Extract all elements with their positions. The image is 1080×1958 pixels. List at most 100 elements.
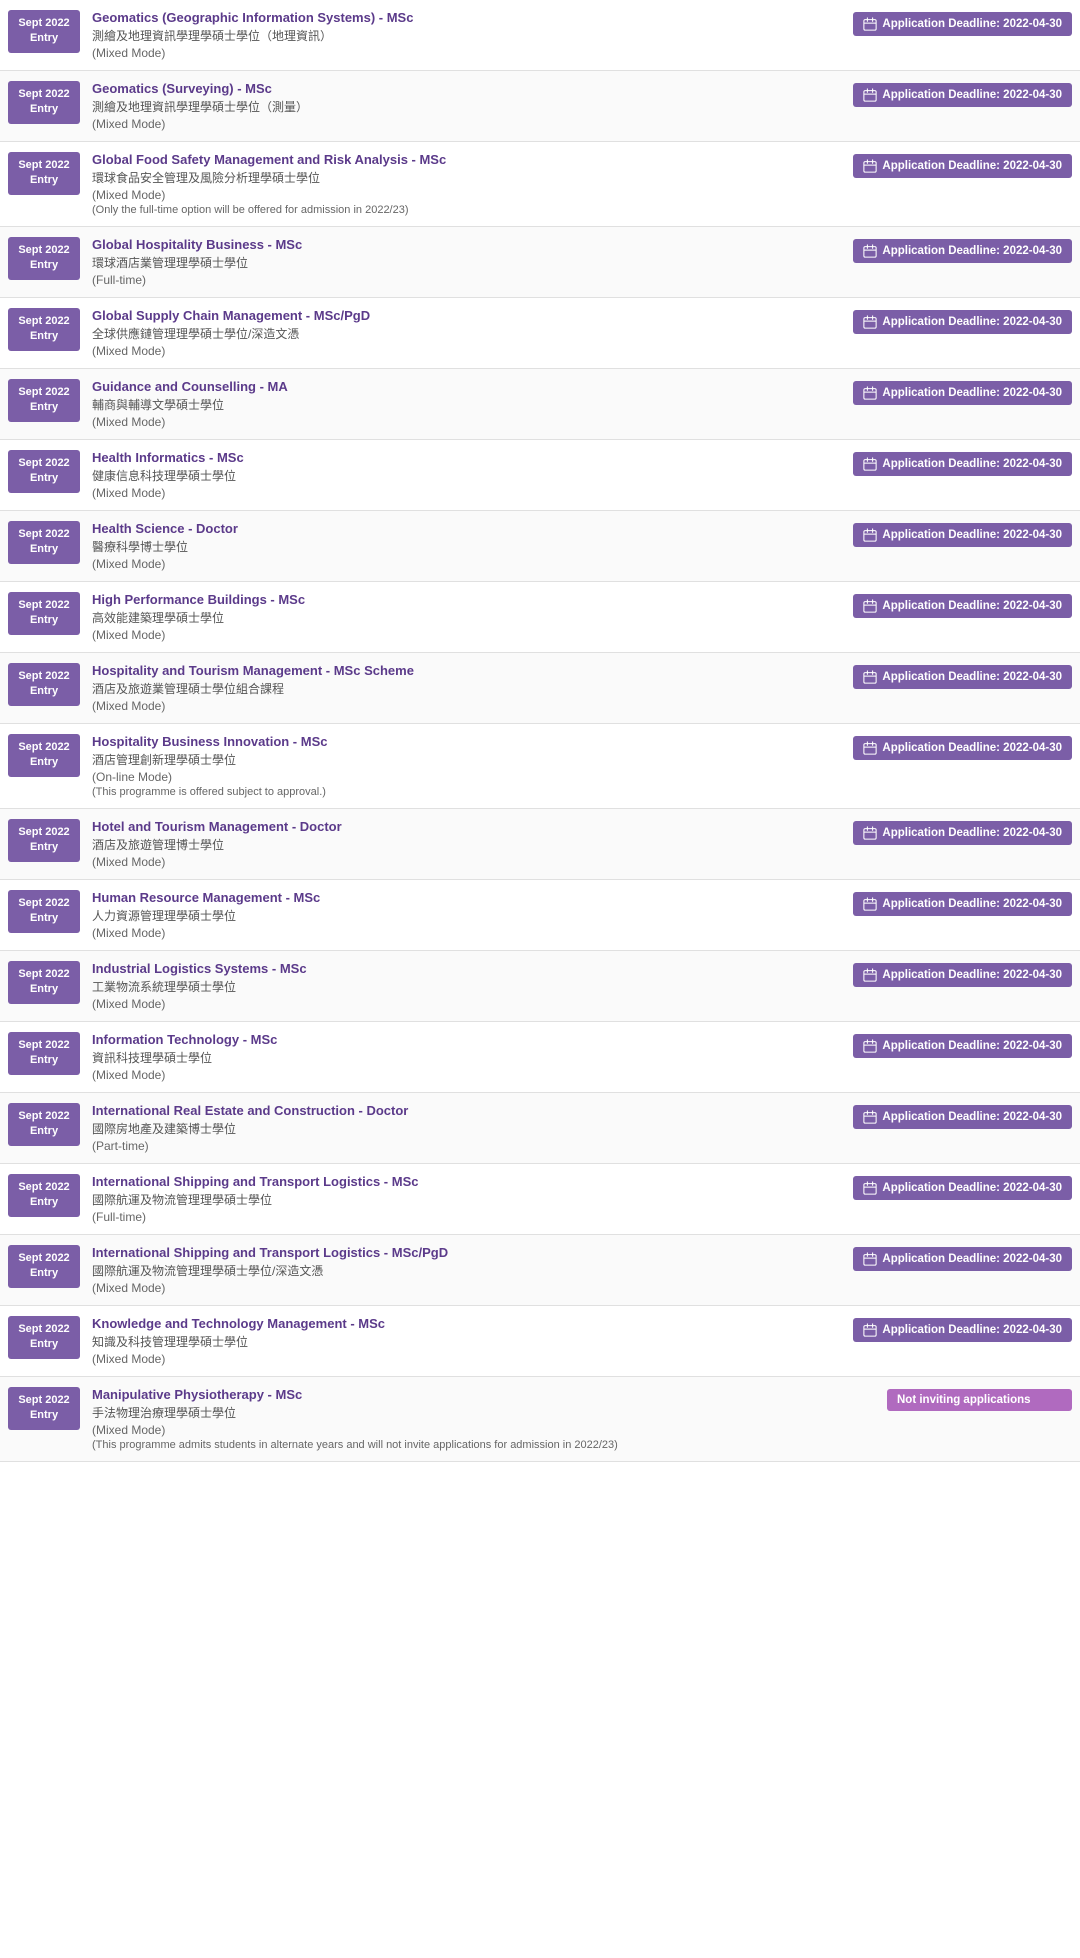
program-title-english: Knowledge and Technology Management - MS…	[92, 1316, 845, 1331]
table-row: Sept 2022 Entry Hospitality and Tourism M…	[0, 653, 1080, 724]
deadline-badge: Application Deadline: 2022-04-30	[853, 452, 1072, 476]
deadline-badge: Application Deadline: 2022-04-30	[853, 1247, 1072, 1271]
program-info: Hospitality and Tourism Management - MSc…	[92, 663, 845, 713]
program-title-chinese: 健康信息科技理學碩士學位	[92, 467, 845, 484]
calendar-icon	[863, 826, 877, 840]
program-title-chinese: 知識及科技管理理學碩士學位	[92, 1333, 845, 1350]
deadline-badge: Not inviting applications	[887, 1389, 1072, 1411]
program-title-english: Human Resource Management - MSc	[92, 890, 845, 905]
entry-badge: Sept 2022 Entry	[8, 450, 80, 493]
program-title-english: Global Supply Chain Management - MSc/PgD	[92, 308, 845, 323]
deadline-text: Application Deadline: 2022-04-30	[882, 1182, 1062, 1194]
table-row: Sept 2022 EntryHuman Resource Management…	[0, 880, 1080, 951]
entry-badge: Sept 2022 Entry	[8, 819, 80, 862]
deadline-badge: Application Deadline: 2022-04-30	[853, 1034, 1072, 1058]
table-row: Sept 2022 Entry International Shipping an…	[0, 1164, 1080, 1235]
program-mode: (On-line Mode)	[92, 770, 845, 784]
calendar-icon	[863, 968, 877, 982]
program-title-chinese: 環球酒店業管理理學碩士學位	[92, 254, 845, 271]
program-info: Manipulative Physiotherapy - MSc 手法物理治療理學…	[92, 1387, 879, 1451]
program-info: Guidance and Counselling - MA輔商與輔導文學碩士學位…	[92, 379, 845, 429]
deadline-badge: Application Deadline: 2022-04-30	[853, 665, 1072, 689]
table-row: Sept 2022 Entry Industrial Logistics Syst…	[0, 951, 1080, 1022]
deadline-text: Application Deadline: 2022-04-30	[882, 316, 1062, 328]
entry-badge: Sept 2022 Entry	[8, 152, 80, 195]
program-mode: (Mixed Mode)	[92, 344, 845, 358]
calendar-icon	[863, 897, 877, 911]
program-note: (This programme admits students in alter…	[92, 1439, 879, 1451]
entry-badge: Sept 2022 Entry	[8, 308, 80, 351]
program-title-chinese: 資訊科技理學碩士學位	[92, 1049, 845, 1066]
program-title-chinese: 測繪及地理資訊學理學碩士學位（地理資訊）	[92, 27, 845, 44]
program-mode: (Mixed Mode)	[92, 855, 845, 869]
deadline-badge: Application Deadline: 2022-04-30	[853, 1176, 1072, 1200]
program-title-chinese: 人力資源管理理學碩士學位	[92, 907, 845, 924]
table-row: Sept 2022 EntryInternational Real Estate…	[0, 1093, 1080, 1164]
program-list: Sept 2022 EntryGeomatics (Geographic Inf…	[0, 0, 1080, 1462]
deadline-badge: Application Deadline: 2022-04-30	[853, 1105, 1072, 1129]
calendar-icon	[863, 159, 877, 173]
deadline-badge: Application Deadline: 2022-04-30	[853, 239, 1072, 263]
table-row: Sept 2022 EntryKnowledge and Technology …	[0, 1306, 1080, 1377]
deadline-badge: Application Deadline: 2022-04-30	[853, 892, 1072, 916]
deadline-text: Application Deadline: 2022-04-30	[882, 160, 1062, 172]
program-title-chinese: 輔商與輔導文學碩士學位	[92, 396, 845, 413]
program-mode: (Mixed Mode)	[92, 46, 845, 60]
program-mode: (Mixed Mode)	[92, 926, 845, 940]
program-info: Human Resource Management - MSc 人力資源管理理學碩…	[92, 890, 845, 940]
program-title-chinese: 測繪及地理資訊學理學碩士學位（測量）	[92, 98, 845, 115]
calendar-icon	[863, 315, 877, 329]
program-mode: (Mixed Mode)	[92, 1281, 845, 1295]
program-title-english: Geomatics (Surveying) - MSc	[92, 81, 845, 96]
entry-badge: Sept 2022 Entry	[8, 1032, 80, 1075]
table-row: Sept 2022 EntryInternational Shipping an…	[0, 1235, 1080, 1306]
entry-badge: Sept 2022 Entry	[8, 1245, 80, 1288]
program-title-english: High Performance Buildings - MSc	[92, 592, 845, 607]
deadline-text: Application Deadline: 2022-04-30	[882, 245, 1062, 257]
deadline-text: Application Deadline: 2022-04-30	[882, 1111, 1062, 1123]
deadline-text: Application Deadline: 2022-04-30	[882, 827, 1062, 839]
deadline-badge: Application Deadline: 2022-04-30	[853, 1318, 1072, 1342]
program-title-chinese: 高效能建築理學碩士學位	[92, 609, 845, 626]
deadline-text: Application Deadline: 2022-04-30	[882, 742, 1062, 754]
program-title-chinese: 酒店及旅遊管理博士學位	[92, 836, 845, 853]
deadline-badge: Application Deadline: 2022-04-30	[853, 381, 1072, 405]
program-title-chinese: 工業物流系統理學碩士學位	[92, 978, 845, 995]
program-title-english: Hotel and Tourism Management - Doctor	[92, 819, 845, 834]
program-info: High Performance Buildings - MSc 高效能建築理學碩…	[92, 592, 845, 642]
program-title-chinese: 環球食品安全管理及風險分析理學碩士學位	[92, 169, 845, 186]
program-mode: (Part-time)	[92, 1139, 845, 1153]
entry-badge: Sept 2022 Entry	[8, 10, 80, 53]
program-mode: (Mixed Mode)	[92, 188, 845, 202]
program-mode: (Mixed Mode)	[92, 1068, 845, 1082]
program-title-chinese: 手法物理治療理學碩士學位	[92, 1404, 879, 1421]
program-title-english: Manipulative Physiotherapy - MSc	[92, 1387, 879, 1402]
entry-badge: Sept 2022 Entry	[8, 1387, 80, 1430]
entry-badge: Sept 2022 Entry	[8, 663, 80, 706]
table-row: Sept 2022 EntryGeomatics (Surveying) - M…	[0, 71, 1080, 142]
program-info: Industrial Logistics Systems - MSc工業物流系統…	[92, 961, 845, 1011]
deadline-text: Application Deadline: 2022-04-30	[882, 898, 1062, 910]
deadline-badge: Application Deadline: 2022-04-30	[853, 594, 1072, 618]
deadline-badge: Application Deadline: 2022-04-30	[853, 523, 1072, 547]
program-note: (This programme is offered subject to ap…	[92, 786, 845, 798]
program-mode: (Mixed Mode)	[92, 997, 845, 1011]
program-info: Health Science - Doctor醫療科學博士學位(Mixed Mo…	[92, 521, 845, 571]
program-mode: (Mixed Mode)	[92, 699, 845, 713]
deadline-badge: Application Deadline: 2022-04-30	[853, 83, 1072, 107]
program-info: International Shipping and Transport Log…	[92, 1174, 845, 1224]
deadline-text: Application Deadline: 2022-04-30	[882, 600, 1062, 612]
deadline-text: Application Deadline: 2022-04-30	[882, 1253, 1062, 1265]
entry-badge: Sept 2022 Entry	[8, 961, 80, 1004]
program-title-chinese: 全球供應鏈管理理學碩士學位/深造文憑	[92, 325, 845, 342]
deadline-text: Application Deadline: 2022-04-30	[882, 1040, 1062, 1052]
calendar-icon	[863, 1110, 877, 1124]
program-mode: (Mixed Mode)	[92, 1352, 845, 1366]
program-info: Global Hospitality Business - MSc環球酒店業管理…	[92, 237, 845, 287]
deadline-text: Application Deadline: 2022-04-30	[882, 529, 1062, 541]
entry-badge: Sept 2022 Entry	[8, 1174, 80, 1217]
program-title-chinese: 國際房地產及建築博士學位	[92, 1120, 845, 1137]
program-title-chinese: 酒店及旅遊業管理碩士學位組合課程	[92, 680, 845, 697]
calendar-icon	[863, 741, 877, 755]
deadline-badge: Application Deadline: 2022-04-30	[853, 736, 1072, 760]
